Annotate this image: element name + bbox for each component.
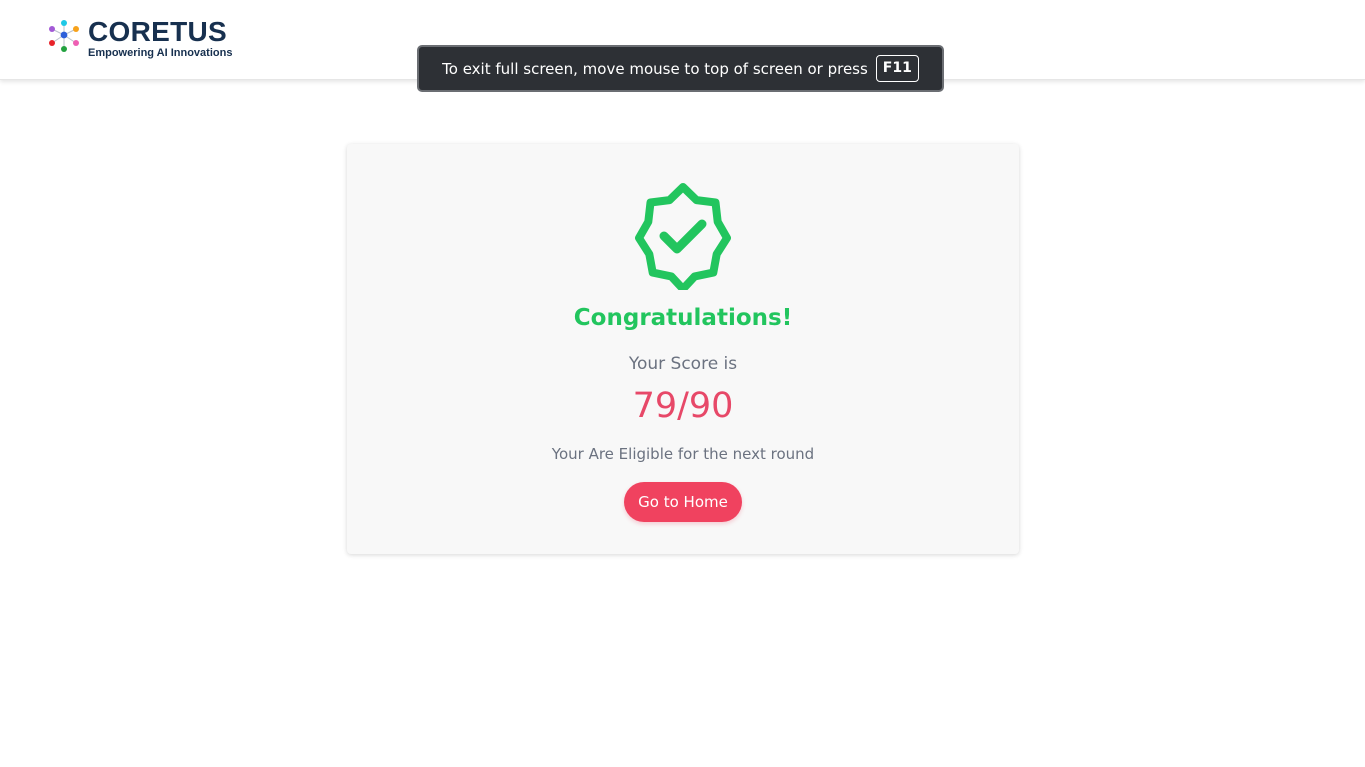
check-badge-icon bbox=[635, 183, 731, 290]
result-card: Congratulations! Your Score is 79/90 You… bbox=[347, 144, 1019, 554]
network-dots-icon bbox=[49, 20, 79, 52]
score-value: 79/90 bbox=[632, 386, 734, 426]
fullscreen-key-badge: F11 bbox=[875, 55, 919, 82]
fullscreen-exit-notice: To exit full screen, move mouse to top o… bbox=[417, 45, 944, 92]
go-to-home-button[interactable]: Go to Home bbox=[624, 482, 742, 522]
congratulations-heading: Congratulations! bbox=[573, 305, 793, 331]
score-label: Your Score is bbox=[628, 354, 738, 374]
brand-logo[interactable]: CORETUS Empowering AI Innovations bbox=[48, 18, 232, 60]
brand-name: CORETUS bbox=[88, 16, 227, 47]
eligibility-message: Your Are Eligible for the next round bbox=[551, 445, 815, 463]
fullscreen-notice-message: To exit full screen, move mouse to top o… bbox=[442, 59, 868, 78]
brand-tagline: Empowering AI Innovations bbox=[88, 47, 233, 59]
